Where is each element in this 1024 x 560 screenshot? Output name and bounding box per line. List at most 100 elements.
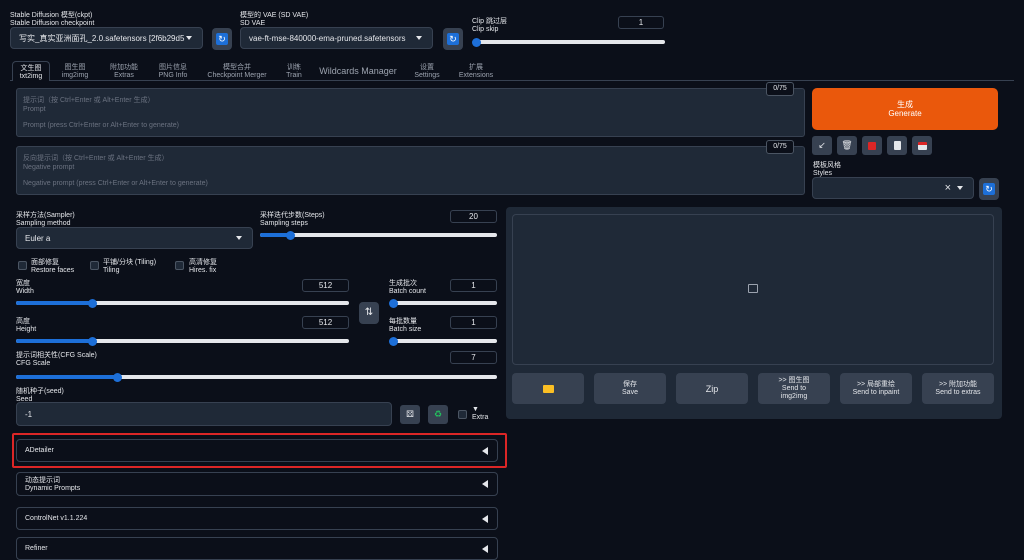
tiling-checkbox[interactable] <box>90 261 99 270</box>
steps-label-en: Sampling steps <box>260 220 308 227</box>
save-style-icon[interactable] <box>912 136 932 155</box>
red-square-icon[interactable] <box>862 136 882 155</box>
send-to-extras-button[interactable]: >> 附加功能 Send to extras <box>922 373 994 404</box>
slider-thumb[interactable] <box>88 336 98 346</box>
save-button[interactable]: 保存 Save <box>594 373 666 404</box>
vae-dropdown[interactable]: vae-ft-mse-840000-ema-pruned.safetensors <box>240 27 433 49</box>
hires-fix-checkbox[interactable] <box>175 261 184 270</box>
slider-thumb[interactable] <box>286 230 296 240</box>
tab-settings[interactable]: 设置 Settings <box>408 61 446 81</box>
refresh-checkpoint-button[interactable]: ↻ <box>212 28 232 50</box>
accordion-label-en: Dynamic Prompts <box>25 485 81 492</box>
zip-label: Zip <box>705 383 719 394</box>
clear-icon[interactable]: × <box>945 182 951 194</box>
accordion-adetailer[interactable]: ADetailer <box>16 439 498 462</box>
accordion-refiner[interactable]: Refiner <box>16 537 498 560</box>
batch-count-label: 生成批次 Batch count <box>389 280 426 296</box>
slider-fill <box>16 301 93 305</box>
tab-txt2img[interactable]: 文生图 txt2img <box>12 61 50 81</box>
batch-count-slider[interactable] <box>388 298 497 308</box>
checkbox-label-en: Tiling <box>103 267 120 274</box>
swap-dimensions-icon[interactable]: ⇅ <box>359 302 379 324</box>
tab-sublabel: Settings <box>414 72 440 79</box>
width-input[interactable]: 512 <box>302 279 349 292</box>
negative-prompt-placeholder-cn: 反向提示词（按 Ctrl+Enter 或 Alt+Enter 生成） <box>23 155 169 162</box>
negative-prompt-placeholder-en: Negative prompt <box>23 164 75 171</box>
negative-prompt-textarea[interactable]: 反向提示词（按 Ctrl+Enter 或 Alt+Enter 生成） Negat… <box>16 146 805 195</box>
clip-skip-input[interactable]: 1 <box>618 16 664 29</box>
tab-label: 图生图 <box>64 64 86 71</box>
slider-thumb[interactable] <box>388 298 398 308</box>
negative-prompt-hint: Negative prompt (press Ctrl+Enter or Alt… <box>23 180 208 187</box>
styles-dropdown[interactable]: × <box>812 177 974 199</box>
prompt-placeholder-en: Prompt <box>23 106 46 113</box>
batch-size-label-cn: 每批数量 <box>389 318 417 325</box>
cfg-input[interactable]: 7 <box>450 351 497 364</box>
accordion-label-cn: 动态提示词 <box>25 477 60 484</box>
tab-img2img[interactable]: 图生图 img2img <box>56 61 94 81</box>
refresh-vae-button[interactable]: ↻ <box>443 28 463 50</box>
tab-checkpoint-merger[interactable]: 模型合并 Checkpoint Merger <box>202 61 272 81</box>
zip-button[interactable]: Zip <box>676 373 748 404</box>
tab-wildcards-manager[interactable]: Wildcards Manager <box>316 61 400 81</box>
slider-fill <box>16 375 117 379</box>
extra-checkbox[interactable] <box>458 410 467 419</box>
clipboard-icon[interactable] <box>887 136 907 155</box>
slider-fill <box>16 339 93 343</box>
accordion-controlnet[interactable]: ControlNet v1.1.224 <box>16 507 498 530</box>
batch-size-input[interactable]: 1 <box>450 316 497 329</box>
clip-skip-slider[interactable] <box>471 37 665 47</box>
generate-button[interactable]: 生成 Generate <box>812 88 998 130</box>
slider-thumb[interactable] <box>112 372 122 382</box>
prompt-hint: Prompt (press Ctrl+Enter or Alt+Enter to… <box>23 122 180 129</box>
send-label-en: Send to extras <box>935 388 981 396</box>
prompt-textarea[interactable]: 提示词（按 Ctrl+Enter 或 Alt+Enter 生成） Prompt … <box>16 88 805 137</box>
send-to-inpaint-button[interactable]: >> 局部重绘 Send to inpaint <box>840 373 912 404</box>
sampler-dropdown[interactable]: Euler a <box>16 227 253 249</box>
clip-skip-label-cn: Clip 跳过层 <box>472 18 508 25</box>
accordion-dynamic-prompts[interactable]: 动态提示词 Dynamic Prompts <box>16 472 498 496</box>
send-label-cn: >> 图生图 <box>778 376 810 384</box>
vae-value: vae-ft-mse-840000-ema-pruned.safetensors <box>249 33 406 43</box>
seed-input[interactable]: -1 <box>16 402 392 426</box>
accordion-label: Refiner <box>25 545 48 552</box>
triangle-down-icon: ▼ <box>472 406 479 413</box>
tab-extras[interactable]: 附加功能 Extras <box>100 61 148 81</box>
batch-count-input[interactable]: 1 <box>450 279 497 292</box>
slider-thumb[interactable] <box>388 336 398 346</box>
steps-label-cn: 采样迭代步数(Steps) <box>260 212 325 219</box>
checkbox-label-cn: 高清修复 <box>189 259 217 266</box>
styles-label-cn: 模板风格 <box>813 162 841 169</box>
extra-label[interactable]: ▼ Extra <box>472 406 488 422</box>
refresh-icon: ↻ <box>216 33 228 45</box>
restore-faces-checkbox[interactable] <box>18 261 27 270</box>
slider-thumb[interactable] <box>88 298 98 308</box>
generate-sublabel: Generate <box>888 109 922 118</box>
arrow-diagonal-icon[interactable]: ↙ <box>812 136 832 155</box>
cfg-slider[interactable] <box>16 372 497 382</box>
seed-value: -1 <box>25 409 33 419</box>
height-input[interactable]: 512 <box>302 316 349 329</box>
tab-train[interactable]: 训练 Train <box>278 61 310 81</box>
extra-text: Extra <box>472 414 489 421</box>
batch-size-slider[interactable] <box>388 336 497 346</box>
height-slider[interactable] <box>16 336 349 346</box>
trash-icon[interactable]: 🗑 <box>837 136 857 155</box>
slider-thumb[interactable] <box>471 37 481 47</box>
open-folder-button[interactable] <box>512 373 584 404</box>
recycle-icon[interactable]: ♻ <box>428 405 448 424</box>
vae-label-cn: 模型的 VAE (SD VAE) <box>240 12 309 19</box>
tab-extensions[interactable]: 扩展 Extensions <box>454 61 498 81</box>
refresh-styles-button[interactable]: ↻ <box>979 178 999 200</box>
width-slider[interactable] <box>16 298 349 308</box>
checkbox-label-cn: 平铺/分块 (Tiling) <box>103 259 157 266</box>
restore-faces-label: 面部修复 Restore faces <box>31 259 74 275</box>
steps-input[interactable]: 20 <box>450 210 497 223</box>
dice-icon[interactable]: ⚄ <box>400 405 420 424</box>
send-to-img2img-button[interactable]: >> 图生图 Send to img2img <box>758 373 830 404</box>
steps-slider[interactable] <box>260 230 497 240</box>
checkpoint-dropdown[interactable]: 写实_真实亚洲面孔_2.0.safetensors [2f6b29d5 <box>10 27 203 49</box>
tab-png-info[interactable]: 图片信息 PNG Info <box>150 61 196 81</box>
accordion-label: ADetailer <box>25 447 54 454</box>
accordion-label: ControlNet v1.1.224 <box>25 515 88 522</box>
